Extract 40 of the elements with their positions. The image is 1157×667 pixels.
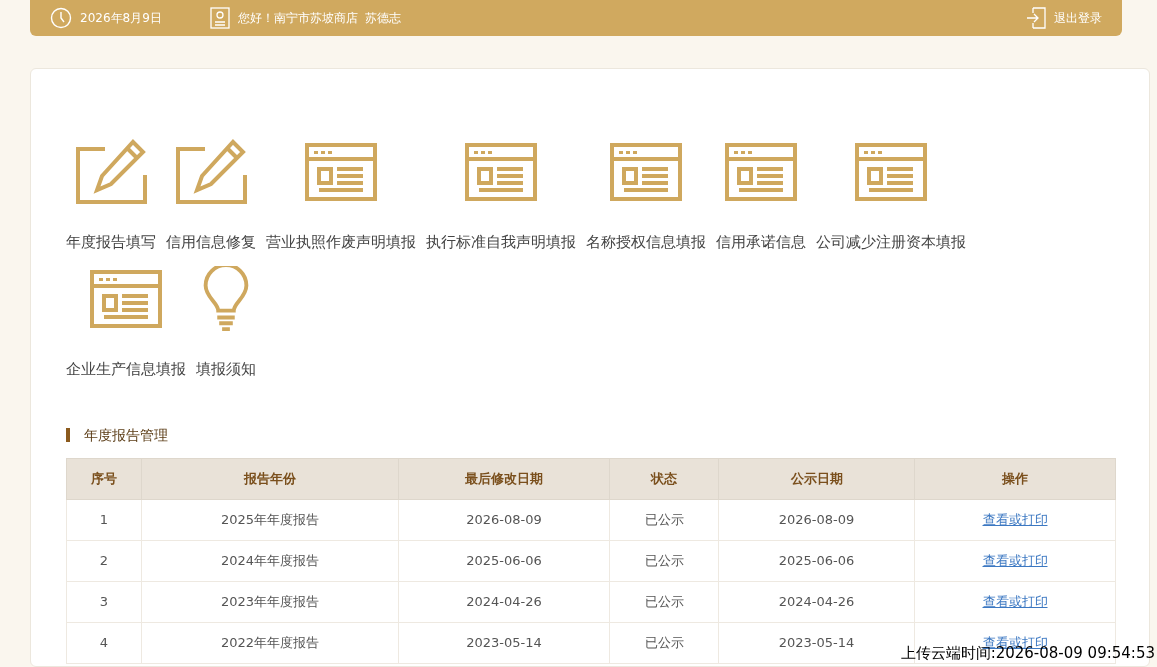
section-title: 年度报告管理	[84, 427, 168, 443]
shortcut-button[interactable]: 填报须知	[196, 265, 256, 380]
shortcut-button[interactable]: 年度报告填写	[66, 139, 156, 254]
table-cell: 2023-05-14	[398, 622, 610, 664]
table-cell: 2024-04-26	[398, 581, 610, 623]
view-print-link[interactable]: 查看或打印	[982, 512, 1048, 528]
table-cell: 已公示	[609, 540, 719, 582]
shortcut-button[interactable]: 名称授权信息填报	[586, 139, 706, 254]
table-cell: 2024-04-26	[718, 581, 915, 623]
table-cell: 2	[66, 540, 142, 582]
column-header: 操作	[914, 458, 1116, 500]
shortcut-button[interactable]: 信用信息修复	[166, 139, 256, 254]
date-text: 2026年8月9日	[80, 10, 162, 27]
column-header: 报告年份	[141, 458, 399, 500]
table-cell: 2026-08-09	[718, 499, 915, 541]
column-header: 序号	[66, 458, 142, 500]
table-cell: 已公示	[609, 499, 719, 541]
table-cell: 2025年年度报告	[141, 499, 399, 541]
table-cell: 2023年年度报告	[141, 581, 399, 623]
table-cell: 2022年年度报告	[141, 622, 399, 664]
table-cell: 4	[66, 622, 142, 664]
table-cell: 3	[66, 581, 142, 623]
table-cell: 1	[66, 499, 142, 541]
column-header: 最后修改日期	[398, 458, 610, 500]
shortcut-button[interactable]: 营业执照作废声明填报	[266, 139, 416, 254]
table-cell: 2026-08-09	[398, 499, 610, 541]
shortcut-button[interactable]: 信用承诺信息	[716, 139, 806, 254]
view-print-link[interactable]: 查看或打印	[982, 594, 1048, 610]
table-cell: 已公示	[609, 581, 719, 623]
shortcut-button[interactable]: 公司减少注册资本填报	[816, 139, 966, 254]
table-cell: 2025-06-06	[398, 540, 610, 582]
table-cell: 2025-06-06	[718, 540, 915, 582]
shortcut-button[interactable]: 执行标准自我声明填报	[426, 139, 576, 254]
view-print-link[interactable]: 查看或打印	[982, 553, 1048, 569]
column-header: 公示日期	[718, 458, 915, 500]
column-header: 状态	[609, 458, 719, 500]
table-cell: 2024年年度报告	[141, 540, 399, 582]
shortcut-button[interactable]: 企业生产信息填报	[66, 265, 186, 380]
greeting-text: 您好！南宁市苏坡商店 苏德志	[237, 10, 402, 27]
table-cell: 已公示	[609, 622, 719, 664]
